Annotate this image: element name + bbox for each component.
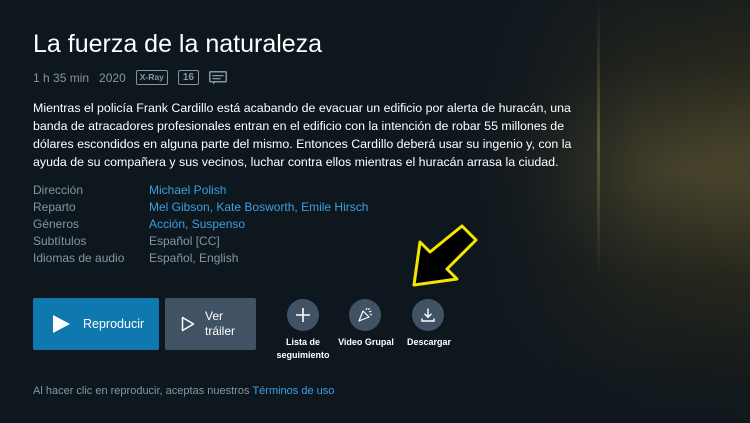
watchlist-label-line2: seguimiento xyxy=(276,350,330,360)
watch-party-label: Video Grupal xyxy=(338,337,394,347)
plus-icon xyxy=(296,308,310,322)
hero-image-detail xyxy=(597,0,600,280)
cast-link-3[interactable]: Emile Hirsch xyxy=(301,200,368,214)
party-popper-icon xyxy=(358,307,372,322)
play-icon xyxy=(53,315,70,333)
audio-label: Idiomas de audio xyxy=(33,251,125,265)
meta-row: 1 h 35 min 2020 X-Ray 16 xyxy=(33,70,227,85)
cast-label: Reparto xyxy=(33,200,76,214)
release-year: 2020 xyxy=(99,70,126,85)
synopsis: Mientras el policía Frank Cardillo está … xyxy=(33,101,572,169)
watchlist-label-line1: Lista de xyxy=(285,337,320,347)
subtitles-value: Español [CC] xyxy=(149,234,220,248)
genre-link-1[interactable]: Acción xyxy=(149,217,185,231)
play-outline-icon xyxy=(181,316,195,332)
play-button[interactable]: Reproducir xyxy=(33,298,159,350)
subtitles-icon xyxy=(208,70,227,84)
director-link[interactable]: Michael Polish xyxy=(149,182,226,199)
detail-row-subtitles: Subtítulos Español [CC] xyxy=(33,233,368,250)
terms-text: Al hacer clic en reproducir, aceptas nue… xyxy=(33,385,250,397)
detail-row-director: Dirección Michael Polish xyxy=(33,182,368,199)
watchlist-button[interactable] xyxy=(287,299,319,331)
annotation-arrow-icon xyxy=(412,224,478,287)
duration: 1 h 35 min xyxy=(33,70,90,85)
page-title: La fuerza de la naturaleza xyxy=(33,30,323,58)
watchlist-label: Lista de seguimiento xyxy=(273,336,333,362)
genres-label: Géneros xyxy=(33,217,80,231)
download-button[interactable] xyxy=(412,299,444,331)
watch-party-button[interactable] xyxy=(349,299,381,331)
xray-badge: X-Ray xyxy=(135,70,168,85)
details-table: Dirección Michael Polish Reparto Mel Gib… xyxy=(33,182,368,267)
detail-row-genres: Géneros Acción, Suspenso xyxy=(33,217,246,231)
detail-row-cast: Reparto Mel Gibson, Kate Bosworth, Emile… xyxy=(33,200,369,214)
trailer-label-line1: Ver xyxy=(205,309,224,323)
download-label: Descargar xyxy=(406,337,452,347)
director-label: Dirección xyxy=(33,183,84,197)
trailer-button[interactable]: Ver tráiler xyxy=(165,298,256,350)
cast-link-1[interactable]: Mel Gibson xyxy=(149,200,210,214)
genre-link-2[interactable]: Suspenso xyxy=(192,217,245,231)
terms-link[interactable]: Términos de uso xyxy=(252,385,334,397)
play-button-label: Reproducir xyxy=(83,317,145,331)
detail-row-audio: Idiomas de audio Español, English xyxy=(33,250,368,267)
subtitles-label: Subtítulos xyxy=(33,234,87,248)
trailer-button-label: Ver tráiler xyxy=(205,309,245,339)
terms-notice: Al hacer clic en reproducir, aceptas nue… xyxy=(33,385,334,397)
trailer-label-line2: tráiler xyxy=(205,324,236,338)
cast-link-2[interactable]: Kate Bosworth xyxy=(216,200,294,214)
audio-value: Español, English xyxy=(149,251,239,265)
age-rating-badge: 16 xyxy=(177,70,199,85)
download-icon xyxy=(421,308,435,322)
